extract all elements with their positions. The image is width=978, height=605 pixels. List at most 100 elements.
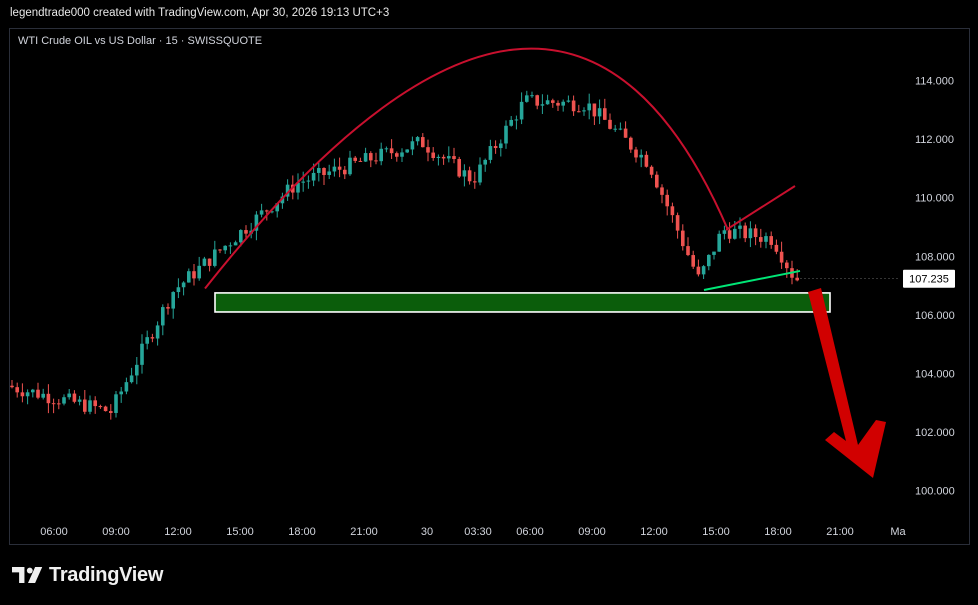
candle-body bbox=[764, 236, 768, 242]
candle-body bbox=[436, 156, 441, 158]
candle-body bbox=[701, 266, 706, 275]
candle-body bbox=[15, 387, 19, 393]
candle-body bbox=[93, 400, 97, 407]
candle-body bbox=[623, 128, 628, 138]
symbol-title: WTI Crude OIL vs US Dollar · 15 · SWISSQ… bbox=[18, 35, 263, 47]
wedge-lower-line bbox=[703, 269, 801, 291]
brand-name: TradingView bbox=[49, 563, 164, 586]
price-axis-label: 104.000 bbox=[915, 369, 955, 381]
candle-body bbox=[681, 230, 685, 247]
candle-body bbox=[41, 393, 45, 398]
candle-body bbox=[483, 159, 487, 165]
candle-body bbox=[670, 206, 675, 216]
candle-body bbox=[545, 100, 550, 105]
candle-body bbox=[10, 385, 14, 388]
candle-body bbox=[109, 411, 113, 413]
candle-body bbox=[57, 403, 61, 405]
candle-body bbox=[301, 181, 305, 183]
candle-body bbox=[421, 137, 425, 148]
candle-body bbox=[441, 156, 446, 159]
candle-body bbox=[603, 108, 607, 120]
candles bbox=[10, 90, 799, 420]
candle-body bbox=[629, 137, 633, 150]
candle-body bbox=[504, 125, 508, 144]
candle-body bbox=[265, 210, 269, 212]
candle-body bbox=[213, 249, 217, 266]
time-axis-label: 15:00 bbox=[702, 526, 730, 538]
candle-body bbox=[124, 382, 129, 392]
candle-body bbox=[727, 230, 732, 239]
candle-body bbox=[395, 153, 399, 157]
candle-body bbox=[712, 251, 716, 255]
support-zone bbox=[214, 292, 831, 313]
candle-body bbox=[51, 403, 56, 405]
time-axis-label: 15:00 bbox=[226, 526, 254, 538]
candle-body bbox=[499, 143, 503, 149]
time-axis-label: 09:00 bbox=[102, 526, 130, 538]
candle-body bbox=[473, 181, 477, 183]
candle-body bbox=[415, 137, 420, 142]
candle-body bbox=[748, 228, 753, 239]
candle-body bbox=[405, 149, 409, 153]
candle-body bbox=[202, 258, 207, 266]
candle-body bbox=[161, 307, 165, 326]
candle-body bbox=[733, 228, 737, 239]
candle-body bbox=[452, 156, 456, 160]
candle-body bbox=[597, 108, 602, 117]
candle-body bbox=[317, 168, 321, 173]
time-axis-label: 18:00 bbox=[764, 526, 792, 538]
time-axis-label: 09:00 bbox=[578, 526, 606, 538]
candle-body bbox=[337, 166, 342, 170]
candle-body bbox=[675, 215, 680, 231]
price-axis-label: 110.000 bbox=[915, 193, 954, 205]
price-axis-label: 108.000 bbox=[915, 251, 955, 263]
candle-body bbox=[634, 149, 638, 158]
candle-body bbox=[426, 147, 430, 153]
candle-body bbox=[218, 249, 222, 251]
candle-body bbox=[655, 174, 659, 188]
candle-body bbox=[769, 236, 773, 245]
candle-body bbox=[795, 277, 799, 281]
candle-body bbox=[722, 230, 727, 234]
wedge-upper-line bbox=[725, 185, 796, 231]
last-price-label: 107.235 bbox=[909, 274, 949, 286]
candle-body bbox=[244, 230, 248, 234]
candle-body bbox=[467, 170, 472, 182]
candle-body bbox=[431, 152, 435, 158]
tradingview-icon bbox=[12, 567, 43, 583]
time-axis-label: 03:30 bbox=[464, 526, 492, 538]
candle-body bbox=[77, 399, 82, 402]
time-axis-label: 21:00 bbox=[826, 526, 854, 538]
candle-body bbox=[311, 172, 316, 181]
candle-body bbox=[639, 154, 643, 158]
candle-body bbox=[618, 128, 623, 130]
candle-body bbox=[363, 153, 368, 162]
candle-body bbox=[322, 168, 326, 175]
candle-body bbox=[488, 146, 493, 160]
candle-body bbox=[327, 171, 331, 175]
candle-body bbox=[228, 245, 233, 247]
candle-body bbox=[348, 157, 352, 175]
candle-body bbox=[25, 392, 30, 397]
candle-body bbox=[608, 119, 612, 129]
candle-body bbox=[561, 101, 565, 106]
candle-body bbox=[20, 392, 25, 397]
candle-body bbox=[509, 119, 513, 126]
tradingview-logo[interactable]: TradingView bbox=[12, 562, 163, 588]
candle-body bbox=[717, 233, 721, 252]
price-axis-label: 102.000 bbox=[915, 427, 955, 439]
candle-body bbox=[67, 393, 71, 398]
price-chart[interactable]: 114.000 112.000 110.000 108.000 106.000 104.0… bbox=[0, 0, 978, 605]
candle-body bbox=[696, 266, 701, 275]
candle-body bbox=[62, 397, 66, 404]
candle-body bbox=[592, 103, 597, 117]
rounded-top-arc bbox=[204, 47, 729, 290]
candle-body bbox=[140, 343, 144, 365]
time-axis-label: 30 bbox=[421, 526, 433, 538]
candle-body bbox=[665, 194, 669, 207]
candle-body bbox=[374, 160, 378, 162]
price-axis-label: 100.000 bbox=[915, 486, 955, 498]
candle-body bbox=[707, 254, 711, 267]
candle-body bbox=[353, 157, 357, 161]
candle-body bbox=[551, 100, 555, 103]
